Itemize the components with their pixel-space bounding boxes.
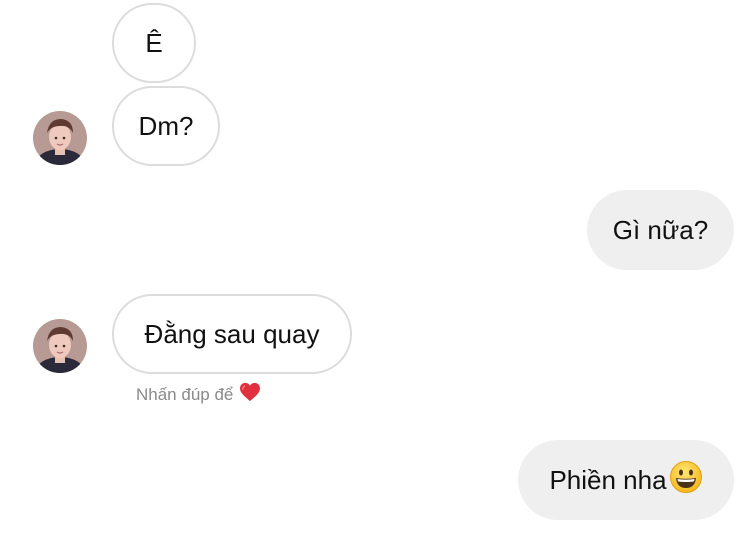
avatar[interactable] <box>33 319 87 373</box>
message-bubble-received[interactable]: Ê <box>112 3 196 83</box>
message-bubble-received[interactable]: Đằng sau quay <box>112 294 352 374</box>
message-text: Phiền nha <box>549 464 667 495</box>
message-bubble-received[interactable]: Dm? <box>112 86 220 166</box>
reaction-hint-text: Nhấn đúp để <box>136 384 234 404</box>
message-bubble-sent[interactable]: Gì nữa? <box>587 190 734 270</box>
message-text: Gì nữa? <box>612 214 709 245</box>
grinning-face-icon <box>669 460 703 501</box>
message-text: Dm? <box>138 110 194 141</box>
avatar[interactable] <box>33 111 87 165</box>
message-text: Đằng sau quay <box>144 318 320 349</box>
heart-icon <box>239 382 261 407</box>
message-text: Ê <box>145 27 163 58</box>
message-bubble-sent[interactable]: Phiền nha <box>518 440 734 520</box>
reaction-hint: Nhấn đúp để <box>136 382 261 407</box>
